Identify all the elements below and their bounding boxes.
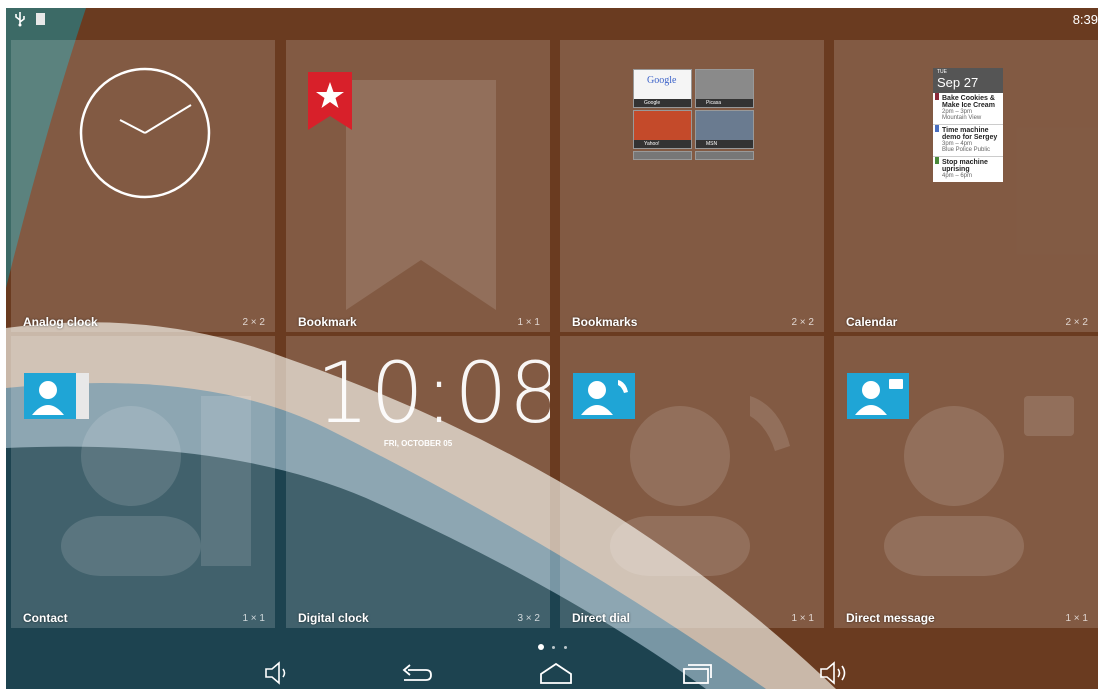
- event-place: Blue Police Public: [942, 147, 991, 153]
- widget-label: Bookmark: [298, 315, 357, 329]
- status-time: 8:39: [1072, 12, 1098, 27]
- analog-clock-preview: [79, 67, 211, 199]
- widget-label: Direct dial: [572, 611, 631, 625]
- widget-digital-clock[interactable]: 10:08 FRI, OCTOBER 05 Digital clock 3 × …: [286, 336, 550, 628]
- bookmark-title: MSN: [696, 140, 753, 148]
- page-dot: [564, 646, 567, 649]
- bookmark-icon: [308, 72, 352, 130]
- calendar-header: TUE Sep 27: [933, 68, 1003, 93]
- calendar-event: Time machine demo for Sergey 3pm – 4pm B…: [933, 125, 1003, 157]
- recents-icon[interactable]: [680, 661, 714, 685]
- contact-icon: [24, 373, 89, 419]
- bookmark-title: Google: [634, 99, 691, 107]
- widget-size: 1 × 1: [1065, 613, 1088, 624]
- bookmark-title: Yahoo!: [634, 140, 691, 148]
- bookmark-thumbnail: Yahoo!: [633, 110, 692, 149]
- event-title: Time machine demo for Sergey: [942, 127, 998, 141]
- bookmark-ghost-icon: [346, 80, 496, 310]
- back-icon[interactable]: [400, 661, 434, 685]
- widget-size: 1 × 1: [242, 613, 265, 624]
- widget-label: Calendar: [846, 315, 898, 329]
- widget-size: 2 × 2: [1065, 317, 1088, 328]
- widget-size: 3 × 2: [517, 613, 540, 624]
- widget-calendar[interactable]: TUE Sep 27 Bake Cookies & Make Ice Cream…: [834, 40, 1098, 332]
- event-title: Stop machine uprising: [942, 159, 988, 173]
- widget-size: 2 × 2: [791, 317, 814, 328]
- volume-up-icon[interactable]: [818, 661, 850, 685]
- usb-icon: [15, 12, 25, 27]
- widget-label: Bookmarks: [572, 315, 638, 329]
- widget-label: Analog clock: [23, 315, 98, 329]
- event-color: [935, 125, 939, 132]
- digital-clock-date: FRI, OCTOBER 05: [383, 439, 453, 448]
- widget-label: Digital clock: [298, 611, 369, 625]
- widget-label: Contact: [23, 611, 68, 625]
- widget-label: Direct message: [846, 611, 935, 625]
- volume-down-icon[interactable]: [262, 661, 290, 685]
- widget-size: 1 × 1: [517, 317, 540, 328]
- google-logo: Google: [647, 75, 677, 86]
- bookmark-thumbnail: Picasa: [695, 69, 754, 108]
- page-dot-active: [538, 644, 544, 650]
- widget-contact[interactable]: Contact 1 × 1: [11, 336, 275, 628]
- widget-size: 1 × 1: [791, 613, 814, 624]
- bookmark-title: Picasa: [696, 99, 753, 107]
- bookmark-thumbnail: MSN: [695, 110, 754, 149]
- digital-clock-time: 10:08: [316, 344, 550, 442]
- widget-bookmarks[interactable]: Google Google Picasa Yahoo! MSN Bookmark…: [560, 40, 824, 332]
- status-bar: 8:39: [6, 8, 1098, 32]
- widget-analog-clock[interactable]: Analog clock 2 × 2: [11, 40, 275, 332]
- event-color: [935, 157, 939, 164]
- widget-direct-dial[interactable]: Direct dial 1 × 1: [560, 336, 824, 628]
- widget-bookmark[interactable]: Bookmark 1 × 1: [286, 40, 550, 332]
- sd-card-icon: [36, 13, 45, 25]
- navigation-bar: [6, 659, 1098, 689]
- calendar-event: Bake Cookies & Make Ice Cream 2pm – 3pm …: [933, 93, 1003, 125]
- home-icon[interactable]: [538, 661, 574, 685]
- event-time: 4pm – 6pm: [942, 173, 973, 179]
- event-color: [935, 93, 939, 100]
- phone-contact-icon: [573, 373, 635, 419]
- page-dot: [552, 646, 555, 649]
- bookmark-thumbnail: [633, 151, 692, 160]
- calendar-date: Sep 27: [937, 75, 979, 90]
- widget-direct-message[interactable]: Direct message 1 × 1: [834, 336, 1098, 628]
- home-screen: 8:39 Analog clock 2 × 2 Bookmark 1 × 1 G…: [6, 8, 1098, 689]
- calendar-event: Stop machine uprising 4pm – 6pm: [933, 157, 1003, 182]
- bookmark-thumbnail: [695, 151, 754, 160]
- widget-size: 2 × 2: [242, 317, 265, 328]
- event-title: Bake Cookies & Make Ice Cream: [942, 95, 995, 109]
- message-contact-icon: [847, 373, 909, 419]
- event-place: Mountain View: [942, 115, 982, 121]
- bookmark-thumbnail: Google Google: [633, 69, 692, 108]
- calendar-preview: TUE Sep 27 Bake Cookies & Make Ice Cream…: [933, 68, 1003, 182]
